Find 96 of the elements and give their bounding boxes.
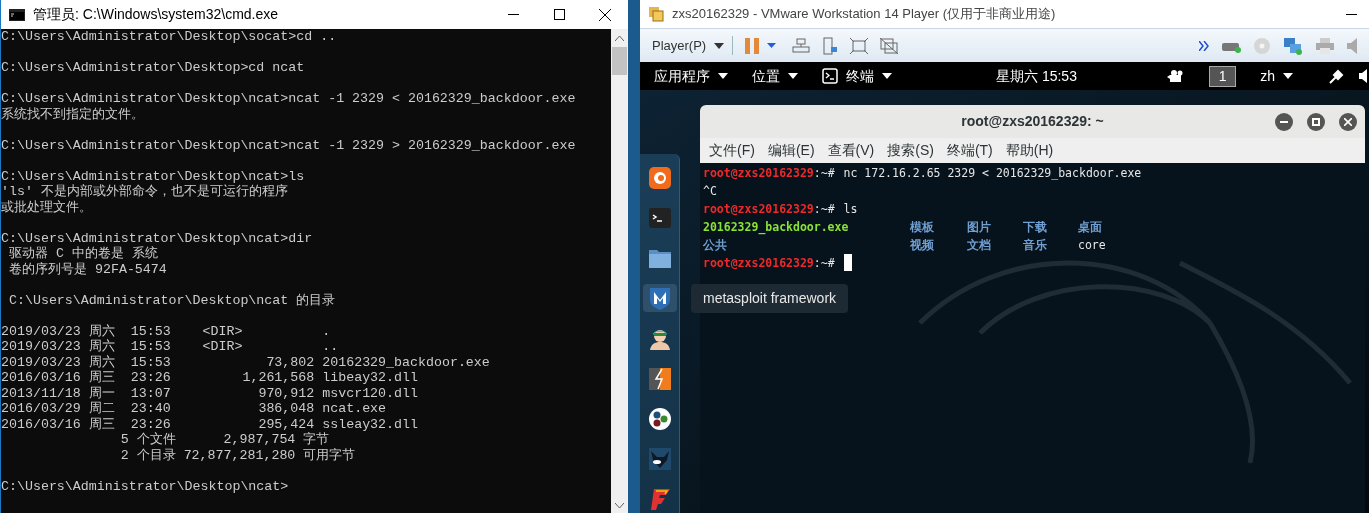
- console-line: 2019/03/23 周六 15:53 <DIR> .: [1, 323, 331, 339]
- command-text: ls: [843, 201, 858, 218]
- scroll-up-icon[interactable]: [615, 35, 624, 41]
- terminal-icon: [822, 68, 838, 84]
- close-button[interactable]: [1339, 113, 1357, 131]
- terminal-menu-item[interactable]: 文件(F): [708, 140, 756, 161]
- file-name: core: [1078, 237, 1106, 254]
- unity-icon[interactable]: [880, 37, 899, 54]
- flag-icon: [648, 486, 671, 511]
- scroll-thumb[interactable]: [612, 47, 627, 75]
- file-name: 文档: [967, 237, 991, 254]
- terminal-menu-item[interactable]: 编辑(E): [766, 140, 816, 161]
- minimize-icon: [507, 14, 519, 15]
- caret-icon: [718, 73, 728, 79]
- file-name: 图片: [967, 219, 991, 236]
- terminal-menu-item[interactable]: 查看(V): [826, 140, 876, 161]
- prompt-user: root@zxs20162329: [703, 165, 814, 182]
- prompt-path: :~#: [813, 165, 835, 182]
- clock[interactable]: 星期六 15:53: [996, 65, 1077, 87]
- command-text: nc 172.16.2.65 2329 < 20162329_backdoor.exe: [843, 165, 1142, 182]
- terminal-icon: [647, 206, 672, 231]
- app-icon: [648, 6, 664, 22]
- flame-icon: [647, 166, 672, 191]
- console-line: 2016/03/16 周三 23:26 1,261,568 libeay32.dll: [1, 370, 418, 386]
- console-line: 'ls' 不是内部或外部命令，也不是可运行的程序: [1, 184, 288, 200]
- window-title: 管理员: C:\Windows\system32\cmd.exe: [33, 5, 279, 24]
- network-adapter-icon[interactable]: [1283, 36, 1303, 55]
- console-line: 2013/11/18 周一 13:07 970,912 msvcr120.dll: [1, 385, 418, 401]
- player-menu[interactable]: Player(P): [652, 35, 734, 56]
- console-icon: [9, 8, 25, 21]
- workspace-indicator[interactable]: 1: [1209, 65, 1237, 87]
- scroll-down-icon[interactable]: [615, 503, 624, 509]
- console-line: 2016/03/29 周二 23:40 386,048 ncat.exe: [1, 401, 387, 417]
- output-line: ^C: [703, 183, 717, 200]
- circles-icon: [647, 406, 672, 431]
- caret-icon: [788, 73, 798, 79]
- console-line: 驱动器 C 中的卷是 系统: [7, 246, 158, 262]
- prompt-user: root@zxs20162329: [703, 201, 814, 218]
- terminal-title: root@zxs20162329: ~: [961, 112, 1104, 131]
- tooltip: metasploit framework: [691, 284, 849, 313]
- scrollbar[interactable]: [611, 29, 628, 513]
- console-line: C:\Users\Administrator\Desktop\ncat>dir: [1, 230, 313, 246]
- speaker-icon[interactable]: [1359, 69, 1367, 83]
- terminal-menu-item[interactable]: 帮助(H): [1004, 140, 1055, 161]
- top-bar-menu[interactable]: 终端: [822, 65, 892, 87]
- console-line: C:\Users\Administrator\Desktop\ncat 的目录: [7, 292, 336, 308]
- console-line: 2016/03/16 周三 23:26 295,424 ssleay32.dll: [1, 416, 418, 432]
- network-icon[interactable]: [792, 37, 811, 54]
- prompt-path: :~#: [813, 255, 835, 272]
- close-icon: [1344, 118, 1352, 126]
- file-name: 桌面: [1078, 219, 1102, 236]
- console-line: 5 个文件 2,987,754 字节: [119, 432, 330, 448]
- prompt-path: :~#: [813, 201, 835, 218]
- file-name: 20162329_backdoor.exe: [703, 219, 849, 236]
- console-line: 系统找不到指定的文件。: [1, 106, 144, 122]
- terminal-menu-item[interactable]: 搜索(S): [886, 140, 935, 161]
- minimize-button[interactable]: [1275, 113, 1293, 131]
- caret-icon: [714, 42, 725, 49]
- minimize-icon[interactable]: [1346, 13, 1357, 15]
- close-icon: [599, 8, 611, 21]
- bolt-icon: [648, 367, 671, 390]
- folder-icon: [647, 247, 672, 270]
- device-icon[interactable]: [822, 36, 839, 55]
- console-line: 2019/03/23 周六 15:53 <DIR> ..: [1, 339, 339, 355]
- chevrons-icon[interactable]: [1199, 40, 1209, 51]
- console-line: 2 个目录 72,877,281,280 可用字节: [119, 447, 356, 463]
- console-line: C:\Users\Administrator\Desktop\ncat>ls: [1, 168, 305, 184]
- caret-icon[interactable]: [767, 43, 777, 48]
- console-line: 或批处理文件。: [1, 199, 92, 215]
- language-menu[interactable]: zh: [1260, 65, 1293, 87]
- maximize-icon: [553, 9, 565, 20]
- top-bar-menu[interactable]: 位置: [752, 65, 798, 87]
- bull-icon: [648, 447, 671, 470]
- file-name: 公共: [703, 237, 727, 254]
- terminal-menu-item[interactable]: 终端(T): [945, 140, 994, 161]
- console-line: 2019/03/23 周六 15:53 73,802 20162329_backdoor.exe: [1, 354, 490, 370]
- file-name: 模板: [910, 219, 934, 236]
- maximize-button[interactable]: [1307, 113, 1325, 131]
- window-title: zxs20162329 - VMware Workstation 14 Player (仅用于非商业用途): [672, 5, 1056, 24]
- console-line: 卷的序列号是 92FA-5474: [7, 261, 167, 277]
- top-bar-menu[interactable]: 应用程序: [654, 65, 728, 87]
- file-name: 音乐: [1023, 237, 1047, 254]
- console-line: C:\Users\Administrator\Desktop\ncat>ncat -1 2329 < 20162329_backdoor.exe: [1, 91, 576, 107]
- file-name: 下载: [1023, 219, 1047, 236]
- dock-item[interactable]: [642, 284, 677, 313]
- console-line: C:\Users\Administrator\Desktop\ncat>ncat -1 2329 > 20162329_backdoor.exe: [1, 137, 576, 153]
- console-line: C:\Users\Administrator\Desktop\socat>cd ..: [1, 29, 337, 45]
- fullscreen-icon[interactable]: [850, 37, 869, 54]
- console-line: C:\Users\Administrator\Desktop>cd ncat: [1, 60, 305, 76]
- caret-icon: [1283, 73, 1293, 79]
- console-line: C:\Users\Administrator\Desktop\ncat>: [1, 478, 289, 494]
- shield-icon: [648, 286, 671, 311]
- prompt-user: root@zxs20162329: [703, 255, 814, 272]
- file-name: 视频: [910, 237, 934, 254]
- caret-icon: [882, 73, 892, 79]
- plug-icon[interactable]: [1329, 68, 1345, 84]
